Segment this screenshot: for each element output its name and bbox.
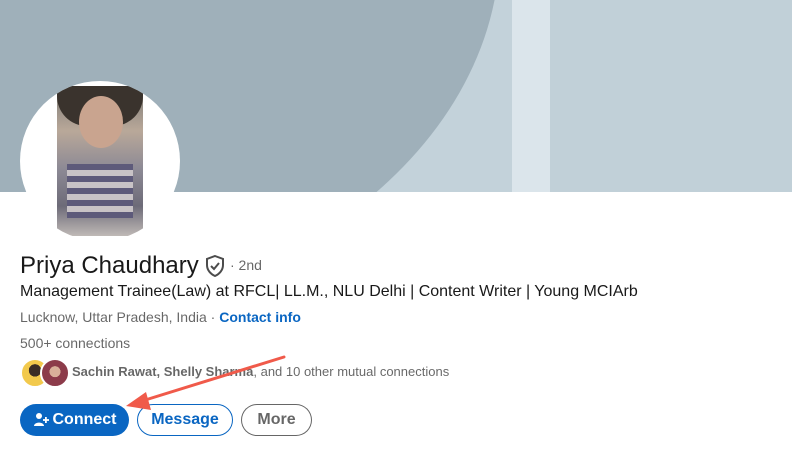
more-button[interactable]: More (241, 404, 312, 436)
connection-degree: · 2nd (230, 257, 262, 273)
location-line: Lucknow, Uttar Pradesh, India · Contact … (20, 307, 301, 327)
location-separator: · (206, 309, 220, 325)
banner-light-band (512, 0, 550, 192)
profile-location: Lucknow, Uttar Pradesh, India (20, 309, 207, 325)
profile-name: Priya Chaudhary (20, 252, 199, 279)
mutual-avatars[interactable] (20, 358, 70, 388)
person-add-icon (33, 413, 49, 426)
connect-button[interactable]: Connect (20, 404, 129, 436)
photo-face (79, 96, 123, 148)
message-button[interactable]: Message (137, 404, 233, 436)
profile-headline: Management Trainee(Law) at RFCL| LL.M., … (20, 283, 638, 300)
mutual-rest: , and 10 other mutual connections (253, 364, 450, 379)
mutual-connections[interactable]: Sachin Rawat, Shelly Sharma, and 10 othe… (72, 363, 449, 381)
photo-clothing (67, 164, 133, 218)
connect-label: Connect (52, 411, 117, 428)
profile-photo[interactable] (20, 81, 180, 241)
shield-check-icon[interactable] (205, 255, 225, 277)
profile-photo-image (57, 86, 143, 236)
contact-info-link[interactable]: Contact info (219, 309, 301, 325)
banner-right-panel (550, 0, 792, 192)
mutual-avatar (40, 358, 70, 388)
connections-count[interactable]: 500+ connections (20, 333, 130, 353)
mutual-names: Sachin Rawat, Shelly Sharma (72, 364, 254, 379)
